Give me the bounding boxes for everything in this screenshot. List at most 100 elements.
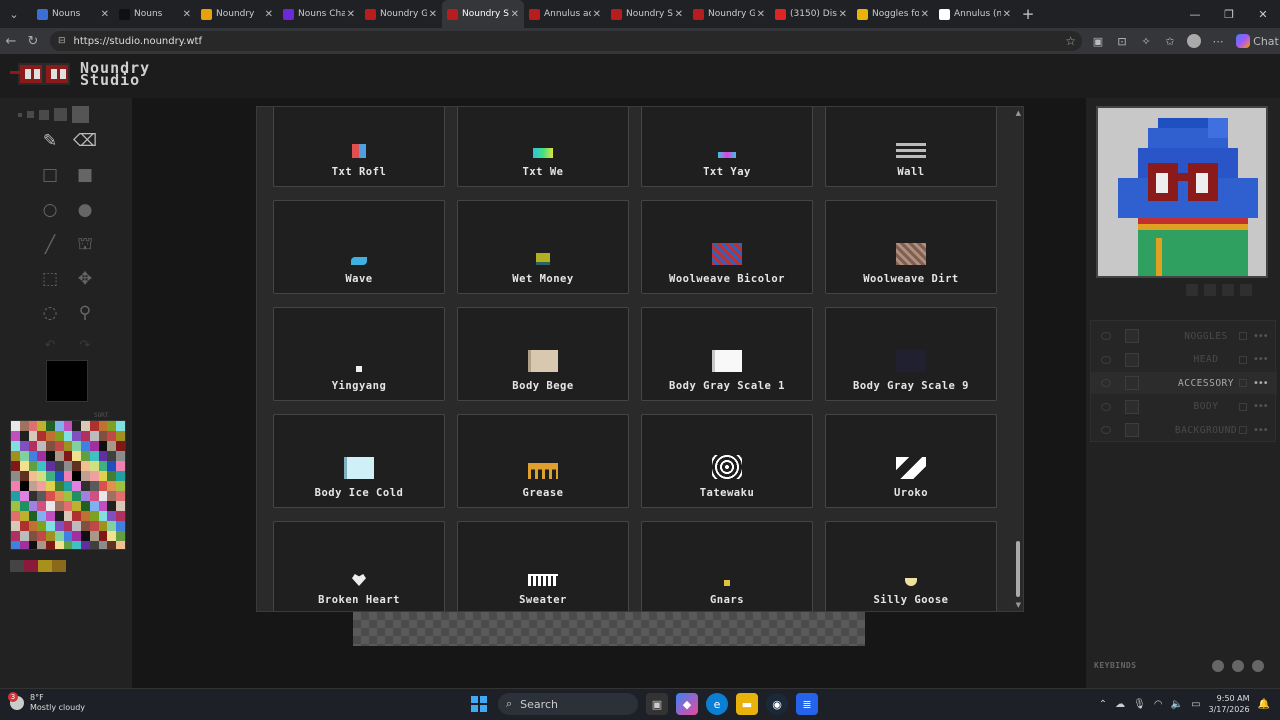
lock-icon[interactable]: [1239, 332, 1247, 340]
restore-icon[interactable]: ❐: [1212, 0, 1246, 28]
favorites-icon[interactable]: ✩: [1158, 31, 1182, 51]
browser-tab[interactable]: Nouns ✕: [32, 0, 114, 28]
wifi-icon[interactable]: ◠: [1154, 699, 1163, 710]
color-palette[interactable]: [10, 420, 126, 550]
split-screen-icon[interactable]: ⊡: [1110, 31, 1134, 51]
trait-card[interactable]: Silly Goose: [825, 521, 997, 611]
visibility-eye-icon[interactable]: [1101, 426, 1111, 434]
back-icon[interactable]: ←: [0, 34, 22, 49]
size-5-button[interactable]: [72, 106, 89, 123]
layer-menu-icon[interactable]: •••: [1253, 425, 1269, 436]
close-tab-icon[interactable]: ✕: [1003, 9, 1011, 20]
eraser-tool-icon[interactable]: ⌫: [72, 128, 98, 154]
minimize-icon[interactable]: —: [1178, 0, 1212, 28]
lock-icon[interactable]: [1239, 426, 1247, 434]
trait-card[interactable]: Tatewaku: [641, 414, 813, 508]
browser-tab[interactable]: (3150) Disco✕: [770, 0, 852, 28]
browser-tab[interactable]: Annulus (m ✕: [934, 0, 1016, 28]
layer-menu-icon[interactable]: •••: [1253, 401, 1269, 412]
logo[interactable]: Noundry Studio: [10, 61, 150, 88]
circle-fill-icon[interactable]: ●: [72, 197, 98, 223]
layer-menu-icon[interactable]: •••: [1253, 378, 1269, 389]
rectangle-outline-icon[interactable]: □: [37, 162, 63, 188]
brush-tool-icon[interactable]: ✎: [37, 128, 63, 154]
visibility-eye-icon[interactable]: [1101, 379, 1111, 387]
trait-card[interactable]: Txt Yay: [641, 107, 813, 187]
site-info-icon[interactable]: ⊟: [58, 36, 66, 46]
size-4-button[interactable]: [54, 108, 67, 121]
layer-menu-icon[interactable]: •••: [1253, 354, 1269, 365]
notifications-icon[interactable]: 🔔: [1258, 699, 1270, 710]
trait-card[interactable]: Gnars: [641, 521, 813, 611]
notepad-icon[interactable]: ≣: [796, 693, 818, 715]
github-icon[interactable]: [1212, 660, 1224, 672]
eyedropper-icon[interactable]: ⚲: [72, 300, 98, 326]
modal-scrollbar[interactable]: ▲ ▼: [1015, 109, 1021, 609]
lock-icon[interactable]: [1239, 355, 1247, 364]
keybinds-button[interactable]: KEYBINDS: [1094, 661, 1137, 670]
task-view-icon[interactable]: ▣: [646, 693, 668, 715]
line-tool-icon[interactable]: ╱: [37, 232, 63, 258]
trait-card[interactable]: Txt We: [457, 107, 629, 187]
layer-row[interactable]: HEAD •••: [1091, 349, 1277, 371]
taskbar-search[interactable]: ⌕ Search: [498, 693, 638, 715]
new-tab-button[interactable]: +: [1016, 5, 1040, 23]
reload-icon[interactable]: ↻: [22, 34, 44, 49]
edge-browser-icon[interactable]: e: [706, 693, 728, 715]
select-tool-icon[interactable]: ⬚: [37, 266, 63, 292]
close-tab-icon[interactable]: ✕: [429, 9, 437, 20]
browser-tab[interactable]: Noundry ✕: [196, 0, 278, 28]
tab-search-icon[interactable]: ⌄: [0, 0, 28, 28]
close-tab-icon[interactable]: ✕: [101, 9, 109, 20]
visibility-eye-icon[interactable]: [1101, 355, 1111, 364]
battery-icon[interactable]: ▭: [1191, 699, 1200, 710]
extensions-puzzle-icon[interactable]: ✧: [1134, 31, 1158, 51]
trait-card[interactable]: Wall: [825, 107, 997, 187]
palette-sort-label[interactable]: SORT: [94, 412, 108, 419]
download-icon[interactable]: [1186, 284, 1198, 296]
trait-card[interactable]: Wave: [273, 200, 445, 294]
settings-icon[interactable]: [1240, 284, 1252, 296]
move-tool-icon[interactable]: ✥: [72, 266, 98, 292]
rectangle-fill-icon[interactable]: ■: [72, 162, 98, 188]
extension-icon[interactable]: ▣: [1086, 31, 1110, 51]
lock-icon[interactable]: [1239, 379, 1247, 387]
undo-icon[interactable]: ↶: [37, 332, 63, 358]
browser-tab[interactable]: Annulus acc✕: [524, 0, 606, 28]
menu-dots-icon[interactable]: ⋯: [1206, 31, 1230, 51]
image-icon[interactable]: [1222, 284, 1234, 296]
close-tab-icon[interactable]: ✕: [839, 9, 847, 20]
recent-color-swatch[interactable]: [10, 560, 24, 572]
twitter-icon[interactable]: [1252, 660, 1264, 672]
browser-tab[interactable]: Noggles for ✕: [852, 0, 934, 28]
size-2-button[interactable]: [27, 111, 34, 118]
browser-tab[interactable]: Noundry S ✕: [442, 0, 524, 28]
profile-avatar[interactable]: [1182, 31, 1206, 51]
fill-bucket-icon[interactable]: ⛫: [72, 232, 98, 258]
layer-menu-icon[interactable]: •••: [1253, 331, 1269, 342]
size-1-button[interactable]: [18, 112, 22, 117]
trait-card[interactable]: Body Gray Scale 9: [825, 307, 997, 401]
close-tab-icon[interactable]: ✕: [511, 9, 519, 20]
size-3-button[interactable]: [39, 109, 49, 120]
volume-icon[interactable]: 🔈: [1171, 699, 1183, 710]
close-tab-icon[interactable]: ✕: [183, 9, 191, 20]
recent-color-swatch[interactable]: [52, 560, 66, 572]
trash-icon[interactable]: [1204, 284, 1216, 296]
current-color-swatch[interactable]: [46, 360, 88, 402]
layer-row[interactable]: BACKGROUND •••: [1091, 419, 1277, 441]
browser-tab[interactable]: Nouns Chan✕: [278, 0, 360, 28]
trait-card[interactable]: Body Gray Scale 1: [641, 307, 813, 401]
lasso-tool-icon[interactable]: ◌: [37, 300, 63, 326]
discord-icon[interactable]: [1232, 660, 1244, 672]
scrollbar-thumb[interactable]: [1016, 541, 1020, 597]
trait-card[interactable]: Txt Rofl: [273, 107, 445, 187]
clock[interactable]: 9:50 AM 3/17/2026: [1209, 693, 1250, 715]
scroll-down-icon[interactable]: ▼: [1016, 601, 1021, 609]
close-tab-icon[interactable]: ✕: [757, 9, 765, 20]
copilot-app-icon[interactable]: ◆: [676, 693, 698, 715]
close-tab-icon[interactable]: ✕: [265, 9, 273, 20]
trait-card[interactable]: Wet Money: [457, 200, 629, 294]
visibility-eye-icon[interactable]: [1101, 402, 1111, 411]
close-tab-icon[interactable]: ✕: [593, 9, 601, 20]
